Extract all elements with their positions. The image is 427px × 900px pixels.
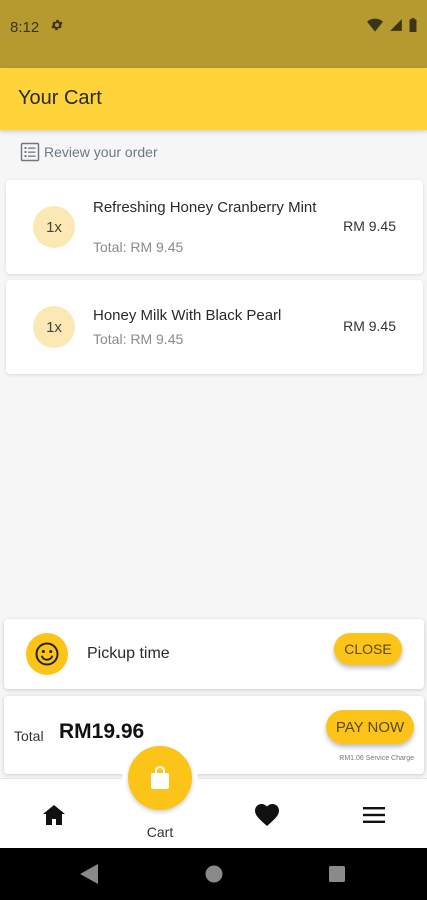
system-nav-bar bbox=[0, 848, 427, 900]
status-time: 8:12 bbox=[10, 19, 40, 36]
total-card: Total RM19.96 PAY NOW RM1.06 Service Cha… bbox=[4, 696, 424, 774]
pay-now-button[interactable]: PAY NOW bbox=[326, 710, 414, 744]
pickup-time-card[interactable]: Pickup time CLOSE bbox=[4, 619, 424, 689]
close-button[interactable]: CLOSE bbox=[334, 633, 402, 665]
item-price: RM 9.45 bbox=[343, 218, 396, 234]
quantity-badge: 1x bbox=[33, 306, 75, 348]
cart-item[interactable]: 1x Honey Milk With Black Pearl Total: RM… bbox=[6, 280, 423, 374]
service-charge-note: RM1.06 Service Charge bbox=[339, 755, 414, 762]
item-name: Honey Milk With Black Pearl bbox=[93, 307, 282, 324]
cart-icon[interactable] bbox=[128, 746, 192, 810]
review-order-label: Review your order bbox=[44, 144, 158, 160]
list-icon bbox=[20, 142, 40, 162]
recents-icon[interactable] bbox=[328, 864, 346, 884]
page-title: Your Cart bbox=[18, 87, 102, 109]
review-order-row: Review your order bbox=[20, 142, 158, 162]
item-total: Total: RM 9.45 bbox=[93, 239, 184, 255]
status-bar: 8:12 bbox=[0, 0, 427, 68]
app-bar: Your Cart bbox=[0, 68, 427, 130]
gear-icon bbox=[50, 18, 64, 37]
item-name: Refreshing Honey Cranberry Mint bbox=[93, 199, 317, 216]
cart-label[interactable]: Cart bbox=[0, 824, 320, 840]
pickup-time-label: Pickup time bbox=[87, 645, 170, 662]
battery-icon bbox=[409, 18, 417, 32]
wifi-icon bbox=[367, 18, 383, 32]
back-icon[interactable] bbox=[80, 864, 98, 884]
cart-item[interactable]: 1x Refreshing Honey Cranberry Mint Total… bbox=[6, 180, 423, 274]
item-price: RM 9.45 bbox=[343, 318, 396, 334]
total-amount: RM19.96 bbox=[59, 720, 145, 743]
quantity-badge: 1x bbox=[33, 206, 75, 248]
signal-icon bbox=[390, 19, 402, 31]
item-total: Total: RM 9.45 bbox=[93, 331, 184, 347]
home-circle-icon[interactable] bbox=[204, 864, 224, 884]
menu-icon[interactable] bbox=[360, 801, 388, 829]
total-label: Total bbox=[14, 728, 44, 744]
smiley-icon bbox=[26, 633, 68, 675]
